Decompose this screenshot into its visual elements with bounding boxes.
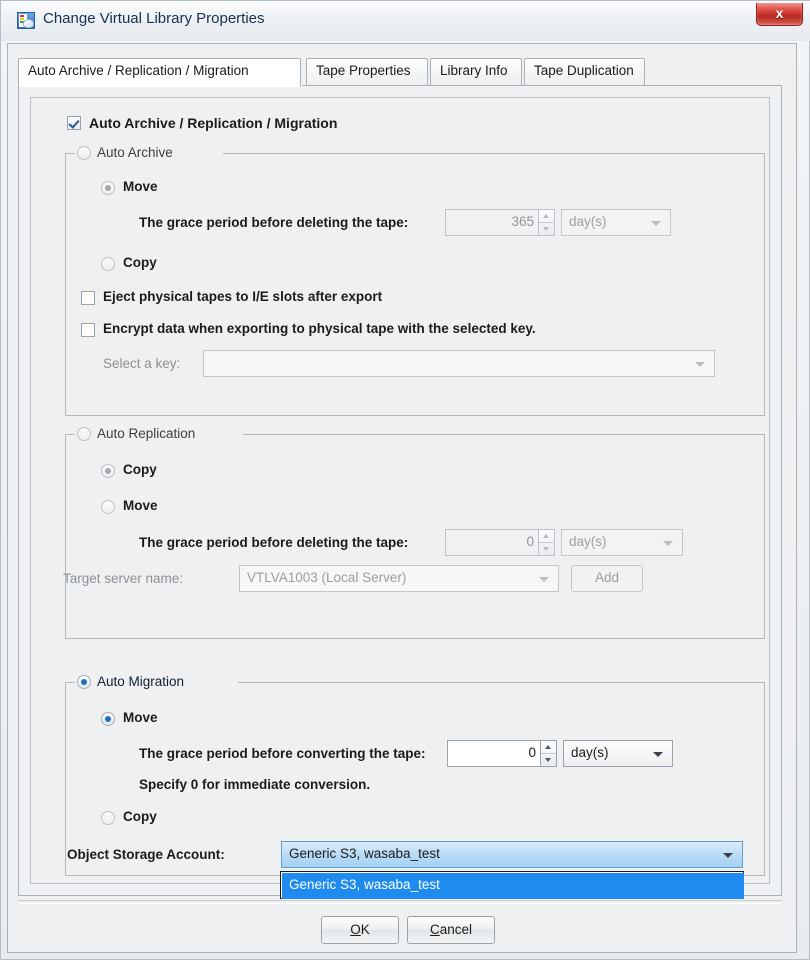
footer-separator-highlight — [18, 903, 782, 904]
window-title: Change Virtual Library Properties — [43, 10, 265, 27]
close-icon[interactable]: x — [756, 3, 803, 26]
spinner-up-icon[interactable] — [539, 210, 554, 223]
auto-replication-grace-label: The grace period before deleting the tap… — [139, 535, 409, 550]
cancel-button-mnemonic: C — [429, 922, 440, 937]
chevron-down-icon — [695, 362, 705, 367]
target-server-value: VTLVA1003 (Local Server) — [247, 570, 407, 585]
master-enable-checkbox[interactable] — [67, 116, 81, 130]
auto-replication-move-label: Move — [123, 498, 158, 513]
cancel-button-rest: ancel — [439, 922, 473, 937]
object-storage-account-dropdown-list[interactable]: Generic S3, wasaba_test — [280, 871, 744, 899]
auto-migration-grace-unit-value: day(s) — [571, 745, 609, 760]
auto-replication-grace-arrows[interactable] — [538, 529, 555, 556]
title-bar: Change Virtual Library Properties x — [1, 1, 810, 41]
auto-archive-grace-unit-value: day(s) — [569, 214, 607, 229]
spinner-down-icon[interactable] — [539, 543, 554, 555]
auto-replication-move-radio[interactable] — [101, 500, 115, 514]
object-storage-account-label: Object Storage Account: — [67, 847, 225, 862]
chevron-down-icon — [723, 853, 733, 858]
immediate-conversion-hint: Specify 0 for immediate conversion. — [139, 777, 371, 792]
library-properties-icon — [17, 12, 35, 29]
dropdown-option-generic-s3[interactable]: Generic S3, wasaba_test — [282, 873, 744, 899]
target-server-combo[interactable]: VTLVA1003 (Local Server) — [239, 565, 559, 592]
ok-button-rest: K — [360, 922, 370, 937]
spinner-down-icon[interactable] — [539, 223, 554, 235]
spinner-down-icon[interactable] — [541, 754, 556, 766]
auto-migration-grace-value[interactable]: 0 — [447, 740, 540, 767]
auto-archive-radio[interactable] — [77, 146, 91, 160]
auto-replication-radio[interactable] — [77, 427, 91, 441]
footer-separator — [18, 900, 782, 901]
auto-migration-grace-label: The grace period before converting the t… — [139, 746, 426, 761]
auto-migration-grace-spinner[interactable]: 0 — [447, 740, 557, 767]
auto-migration-grace-unit-combo[interactable]: day(s) — [563, 740, 673, 767]
auto-migration-copy-label: Copy — [123, 809, 157, 824]
add-target-server-button[interactable]: Add — [571, 565, 643, 592]
auto-archive-copy-label: Copy — [123, 255, 157, 270]
spinner-up-icon[interactable] — [541, 741, 556, 754]
encrypt-data-checkbox[interactable] — [81, 323, 95, 337]
auto-migration-move-radio[interactable] — [101, 712, 115, 726]
eject-physical-tapes-checkbox[interactable] — [81, 291, 95, 305]
ok-button[interactable]: OK — [321, 916, 399, 944]
tab-library-info[interactable]: Library Info — [430, 58, 522, 85]
auto-replication-grace-spinner[interactable]: 0 — [445, 529, 555, 556]
auto-migration-move-label: Move — [123, 710, 158, 725]
eject-physical-tapes-label: Eject physical tapes to I/E slots after … — [103, 289, 383, 304]
select-a-key-combo[interactable] — [203, 350, 715, 377]
dialog-window: Change Virtual Library Properties x Auto… — [0, 0, 810, 960]
auto-migration-copy-radio[interactable] — [101, 811, 115, 825]
dialog-client-area: Auto Archive / Replication / Migration T… — [7, 43, 797, 953]
auto-archive-move-radio[interactable] — [101, 181, 115, 195]
auto-replication-copy-label: Copy — [123, 462, 157, 477]
auto-replication-grace-value[interactable]: 0 — [445, 529, 538, 556]
auto-archive-grace-value[interactable]: 365 — [445, 209, 538, 236]
tab-tape-duplication[interactable]: Tape Duplication — [524, 58, 645, 85]
auto-archive-group-label: Auto Archive — [97, 145, 173, 160]
auto-replication-copy-radio[interactable] — [101, 464, 115, 478]
master-enable-label: Auto Archive / Replication / Migration — [89, 115, 338, 131]
ok-button-mnemonic: O — [350, 922, 361, 937]
target-server-label: Target server name: — [63, 571, 184, 586]
spinner-up-icon[interactable] — [539, 530, 554, 543]
cancel-button[interactable]: Cancel — [407, 916, 495, 944]
auto-migration-grace-arrows[interactable] — [540, 740, 557, 767]
tab-tape-properties[interactable]: Tape Properties — [306, 58, 428, 85]
chevron-down-icon — [651, 221, 661, 226]
auto-archive-copy-radio[interactable] — [101, 257, 115, 271]
auto-archive-move-label: Move — [123, 179, 158, 194]
chevron-down-icon — [653, 752, 663, 757]
tab-bar: Auto Archive / Replication / Migration T… — [18, 58, 782, 87]
auto-archive-grace-unit-combo[interactable]: day(s) — [561, 209, 671, 236]
panel-inner-border: Auto Archive / Replication / Migration A… — [30, 97, 770, 884]
auto-archive-grace-arrows[interactable] — [538, 209, 555, 236]
auto-replication-group-label: Auto Replication — [97, 426, 196, 441]
encrypt-data-label: Encrypt data when exporting to physical … — [103, 321, 536, 336]
tab-panel: Auto Archive / Replication / Migration A… — [18, 85, 782, 896]
chevron-down-icon — [663, 541, 673, 546]
select-a-key-label: Select a key: — [103, 356, 181, 371]
chevron-down-icon — [539, 577, 549, 582]
auto-archive-grace-label: The grace period before deleting the tap… — [139, 215, 409, 230]
object-storage-account-value: Generic S3, wasaba_test — [289, 846, 440, 861]
auto-migration-group-label: Auto Migration — [97, 674, 185, 689]
tab-auto-archive-replication-migration[interactable]: Auto Archive / Replication / Migration — [18, 58, 301, 87]
auto-migration-radio[interactable] — [77, 675, 91, 689]
auto-replication-grace-unit-value: day(s) — [569, 534, 607, 549]
auto-replication-grace-unit-combo[interactable]: day(s) — [561, 529, 683, 556]
object-storage-account-combo[interactable]: Generic S3, wasaba_test — [281, 841, 743, 868]
auto-archive-grace-spinner[interactable]: 365 — [445, 209, 555, 236]
